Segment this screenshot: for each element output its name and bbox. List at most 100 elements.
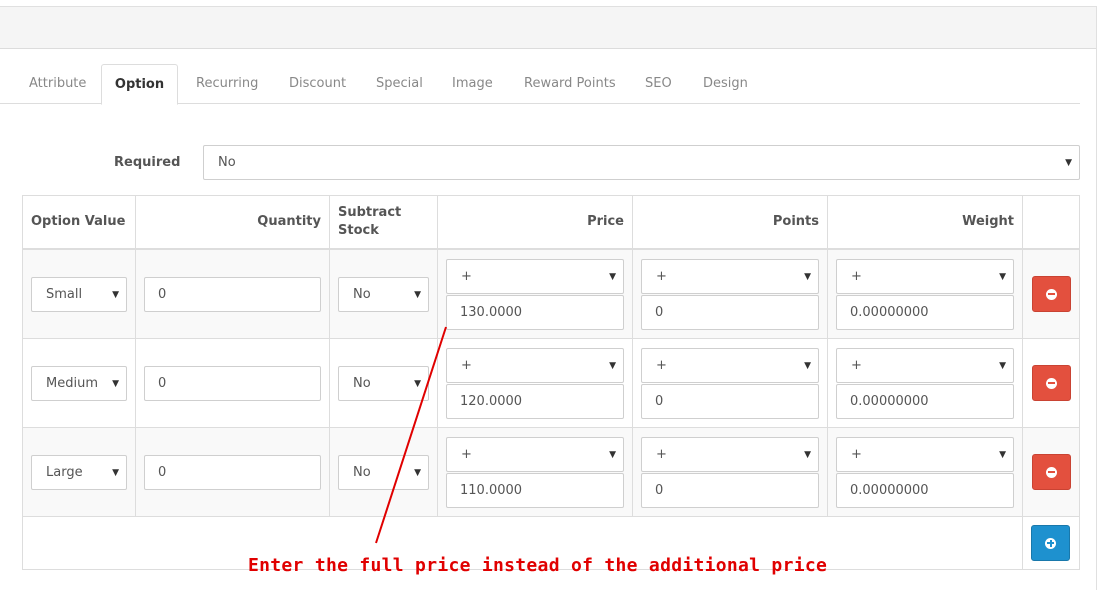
price-prefix-text: + [461,447,472,462]
tab-option[interactable]: Option [101,64,178,105]
caret-down-icon: ▼ [112,289,119,300]
caret-down-icon: ▼ [1065,157,1072,168]
points-input[interactable]: 0 [641,473,819,508]
column-divider [135,196,136,517]
add-option-value-button[interactable] [1031,525,1070,561]
weight-input[interactable]: 0.00000000 [836,473,1014,508]
price-input[interactable]: 130.0000 [446,295,624,330]
points-prefix-select[interactable]: + ▼ [641,259,819,294]
row-divider [23,516,1079,517]
caret-down-icon: ▼ [414,467,421,478]
tab-bar: Attribute Option Recurring Discount Spec… [0,64,1080,105]
points-input[interactable]: 0 [641,384,819,419]
quantity-input[interactable]: 0 [144,277,321,312]
caret-down-icon: ▼ [414,378,421,389]
caret-down-icon: ▼ [609,360,616,371]
weight-prefix-text: + [851,358,862,373]
header-subtract-stock: Subtract Stock [338,204,401,240]
subtract-stock-text: No [353,376,371,391]
caret-down-icon: ▼ [999,271,1006,282]
points-prefix-select[interactable]: + ▼ [641,348,819,383]
price-prefix-text: + [461,358,472,373]
required-select-value: No [218,155,236,170]
weight-prefix-select[interactable]: + ▼ [836,348,1014,383]
column-divider [827,196,828,517]
header-weight: Weight [962,214,1014,229]
price-prefix-select[interactable]: + ▼ [446,348,624,383]
price-input[interactable]: 120.0000 [446,384,624,419]
required-label: Required [114,155,181,170]
remove-option-value-button[interactable] [1032,454,1071,490]
subtract-stock-text: No [353,465,371,480]
option-value-text: Large [46,465,83,480]
caret-down-icon: ▼ [414,289,421,300]
weight-prefix-text: + [851,447,862,462]
minus-circle-icon [1046,377,1057,389]
panel-border [1096,6,1097,590]
tab-seo[interactable]: SEO [645,64,672,104]
option-value-text: Small [46,287,83,302]
option-value-select[interactable]: Large ▼ [31,455,127,490]
caret-down-icon: ▼ [609,449,616,460]
option-value-select[interactable]: Medium ▼ [31,366,127,401]
header-price: Price [587,214,624,229]
minus-circle-icon [1046,288,1057,300]
tab-attribute[interactable]: Attribute [29,64,86,104]
points-prefix-select[interactable]: + ▼ [641,437,819,472]
points-prefix-text: + [656,358,667,373]
tab-discount[interactable]: Discount [289,64,346,104]
weight-prefix-select[interactable]: + ▼ [836,437,1014,472]
subtract-stock-select[interactable]: No ▼ [338,366,429,401]
option-value-select[interactable]: Small ▼ [31,277,127,312]
weight-input[interactable]: 0.00000000 [836,384,1014,419]
column-divider [437,196,438,517]
tab-reward-points[interactable]: Reward Points [524,64,616,104]
remove-option-value-button[interactable] [1032,365,1071,401]
header-points: Points [772,214,819,229]
remove-option-value-button[interactable] [1032,276,1071,312]
header-subtract-line2: Stock [338,223,379,238]
caret-down-icon: ▼ [112,378,119,389]
header-quantity: Quantity [257,214,321,229]
header-subtract-line1: Subtract [338,205,402,220]
column-divider [1022,196,1023,569]
column-divider [632,196,633,517]
price-prefix-text: + [461,269,472,284]
caret-down-icon: ▼ [804,360,811,371]
subtract-stock-select[interactable]: No ▼ [338,277,429,312]
plus-circle-icon [1045,537,1056,549]
caret-down-icon: ▼ [999,449,1006,460]
weight-prefix-select[interactable]: + ▼ [836,259,1014,294]
caret-down-icon: ▼ [609,271,616,282]
panel-header [0,6,1097,49]
column-divider [329,196,330,517]
header-divider [23,248,1079,250]
price-prefix-select[interactable]: + ▼ [446,437,624,472]
quantity-input[interactable]: 0 [144,366,321,401]
price-input[interactable]: 110.0000 [446,473,624,508]
quantity-input[interactable]: 0 [144,455,321,490]
tab-special[interactable]: Special [376,64,423,104]
caret-down-icon: ▼ [804,271,811,282]
caret-down-icon: ▼ [112,467,119,478]
option-value-text: Medium [46,376,98,391]
tab-image[interactable]: Image [452,64,493,104]
weight-input[interactable]: 0.00000000 [836,295,1014,330]
points-input[interactable]: 0 [641,295,819,330]
price-prefix-select[interactable]: + ▼ [446,259,624,294]
tab-recurring[interactable]: Recurring [196,64,258,104]
points-prefix-text: + [656,447,667,462]
caret-down-icon: ▼ [999,360,1006,371]
weight-prefix-text: + [851,269,862,284]
required-select[interactable]: No ▼ [203,145,1080,180]
caret-down-icon: ▼ [804,449,811,460]
row-divider [23,427,1079,428]
minus-circle-icon [1046,466,1057,478]
subtract-stock-text: No [353,287,371,302]
subtract-stock-select[interactable]: No ▼ [338,455,429,490]
tab-design[interactable]: Design [703,64,748,104]
header-option-value: Option Value [31,214,126,229]
points-prefix-text: + [656,269,667,284]
row-divider [23,338,1079,339]
annotation-text: Enter the full price instead of the addi… [248,555,828,576]
